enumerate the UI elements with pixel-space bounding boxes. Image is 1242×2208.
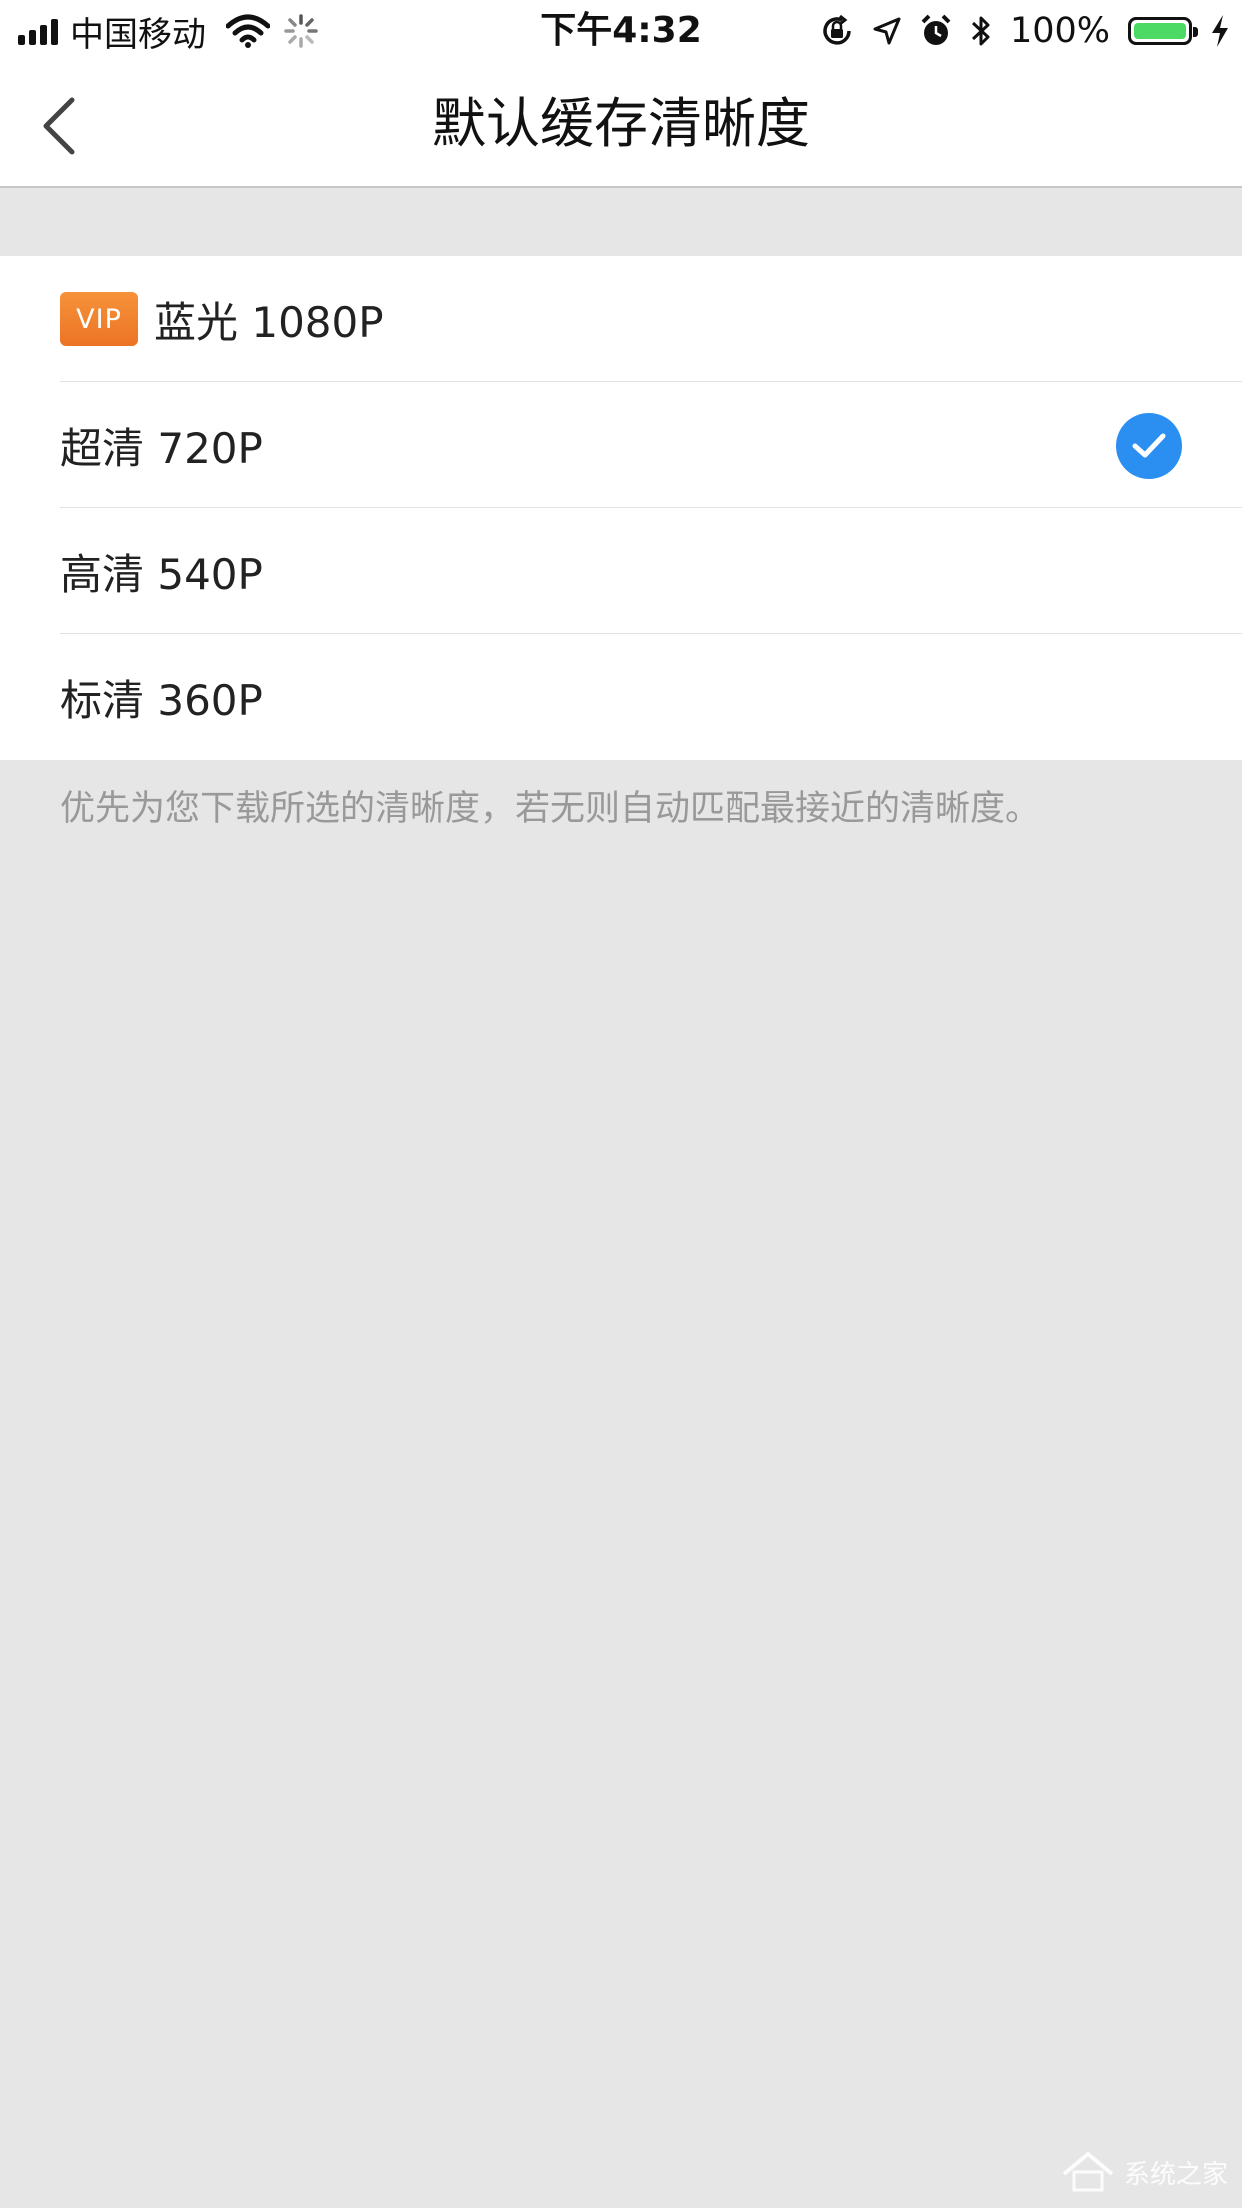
vip-badge: VIP — [60, 292, 138, 346]
status-bar: 中国移动 下午4:32 100% — [0, 0, 1242, 62]
charging-icon — [1212, 15, 1228, 47]
resolution-options-list: VIP 蓝光 1080P 超清 720P 高清 540P 标清 360P — [0, 256, 1242, 760]
location-icon — [873, 17, 901, 45]
option-540p[interactable]: 高清 540P — [0, 508, 1242, 634]
house-logo-icon — [1062, 2151, 1114, 2192]
selected-check-icon — [1116, 413, 1182, 479]
option-label: 超清 720P — [60, 423, 263, 473]
bluetooth-icon — [971, 16, 990, 46]
option-label: 高清 540P — [60, 549, 263, 599]
navigation-bar: 默认缓存清晰度 — [0, 62, 1242, 188]
page-title: 默认缓存清晰度 — [432, 92, 810, 155]
rotation-lock-icon — [823, 14, 851, 45]
watermark: 系统之家 — [1060, 2150, 1228, 2194]
option-720p[interactable]: 超清 720P — [0, 382, 1242, 508]
alarm-icon — [921, 14, 951, 45]
battery-percentage: 100% — [1009, 11, 1110, 51]
footer-note: 优先为您下载所选的清晰度，若无则自动匹配最接近的清晰度。 — [60, 789, 1041, 829]
option-label: 蓝光 1080P — [154, 297, 384, 347]
status-right: 100% — [820, 8, 1230, 54]
watermark-text: 系统之家 — [1123, 2159, 1228, 2190]
option-label: 标清 360P — [60, 675, 263, 725]
battery-icon — [1128, 17, 1198, 45]
option-360p[interactable]: 标清 360P — [0, 634, 1242, 760]
option-1080p[interactable]: VIP 蓝光 1080P — [0, 256, 1242, 382]
